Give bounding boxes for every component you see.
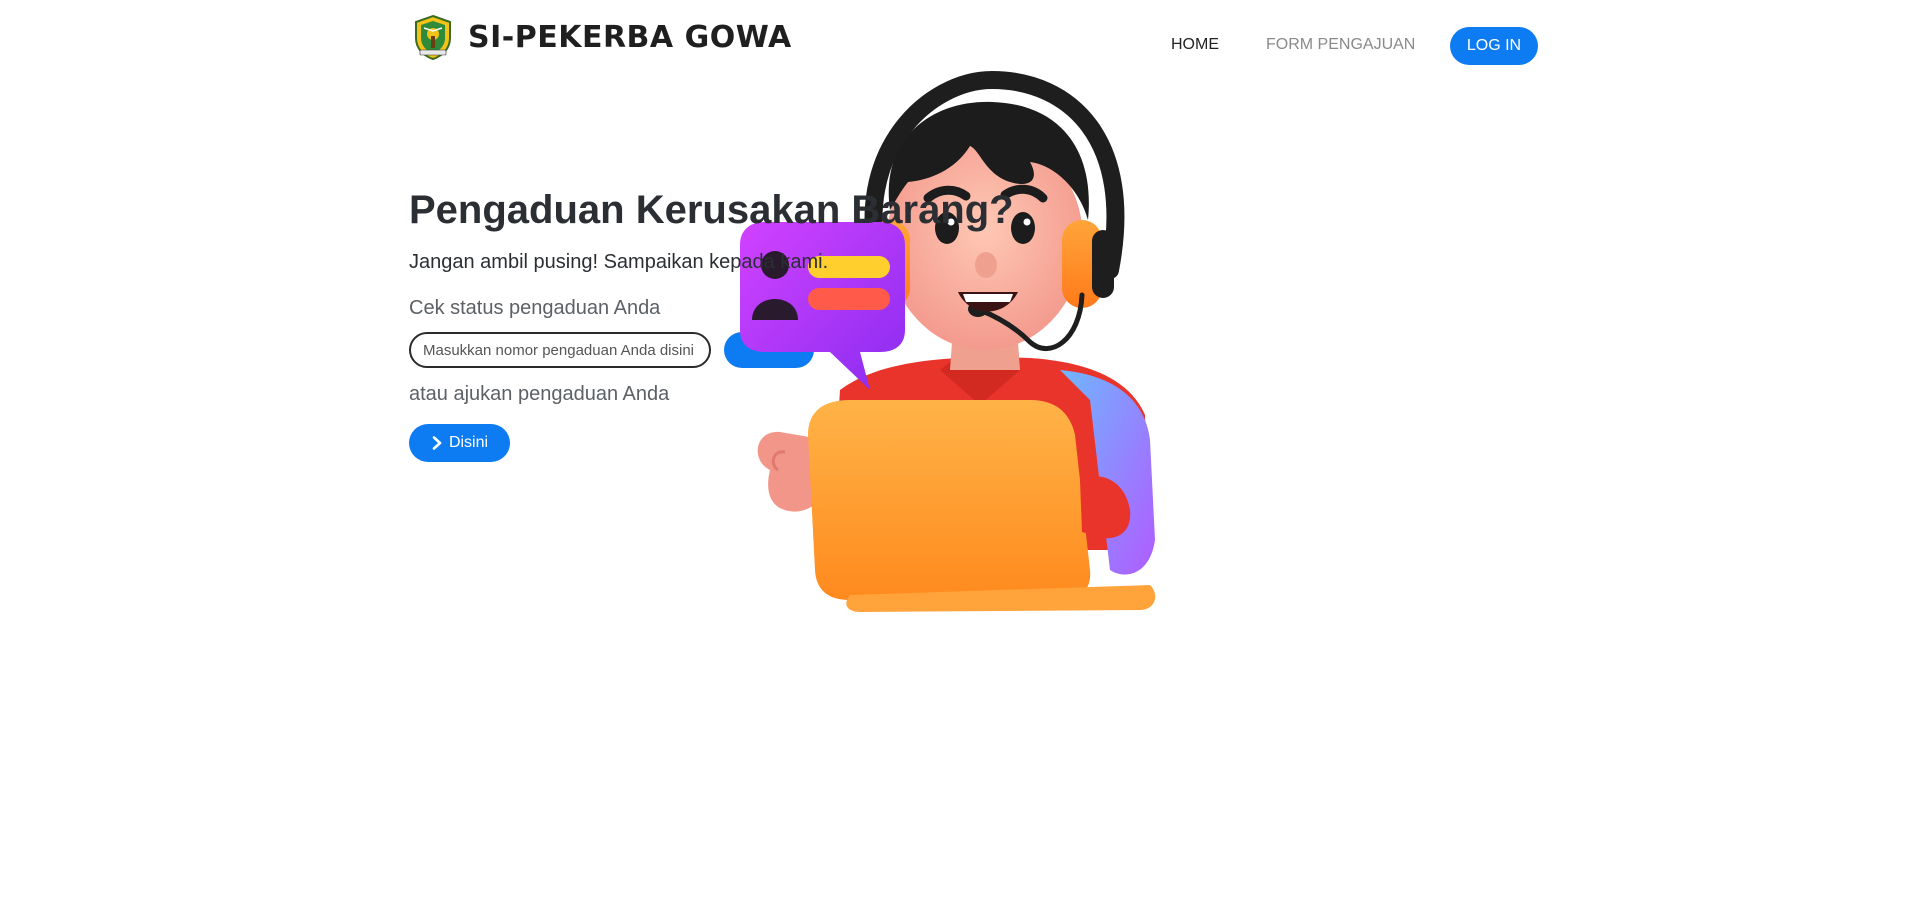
status-check-label: Cek status pengaduan Anda — [409, 297, 661, 319]
complaint-number-input[interactable] — [409, 332, 711, 368]
chevron-right-icon — [432, 436, 442, 450]
submit-complaint-label: atau ajukan pengaduan Anda — [409, 383, 670, 405]
brand-link[interactable]: SI-PEKERBA GOWA — [412, 14, 792, 60]
submit-complaint-button[interactable]: Disini — [409, 424, 510, 462]
nav-form-pengajuan[interactable]: FORM PENGAJUAN — [1266, 36, 1415, 54]
page: SI-PEKERBA GOWA HOME FORM PENGAJUAN LOG … — [0, 0, 1920, 911]
hero-title: Pengaduan Kerusakan Barang? — [409, 188, 1014, 232]
brand-name: SI-PEKERBA GOWA — [468, 19, 792, 55]
navbar: SI-PEKERBA GOWA HOME FORM PENGAJUAN LOG … — [409, 10, 1543, 65]
login-button[interactable]: LOG IN — [1450, 27, 1538, 65]
hero-subtitle: Jangan ambil pusing! Sampaikan kepada ka… — [409, 251, 829, 273]
nav-home[interactable]: HOME — [1171, 36, 1219, 54]
gowa-emblem-icon — [415, 14, 451, 60]
submit-complaint-label-text: Disini — [448, 434, 489, 451]
customer-support-illustration — [740, 70, 1156, 612]
